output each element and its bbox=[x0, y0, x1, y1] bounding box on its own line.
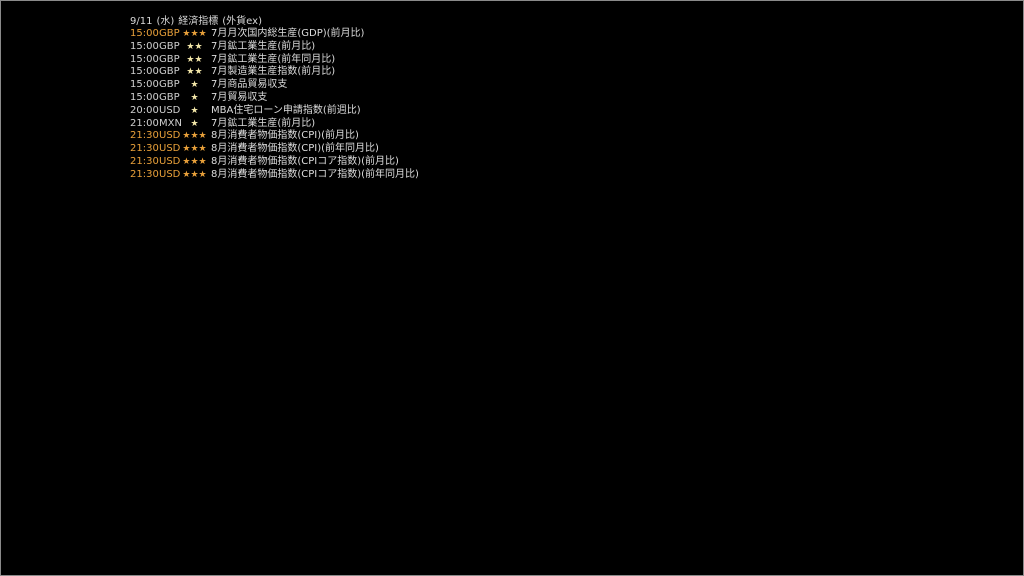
event-time: 21:30 bbox=[130, 155, 159, 167]
event-currency: GBP bbox=[159, 53, 180, 65]
event-name: 8月消費者物価指数(CPI)(前月比) bbox=[211, 130, 359, 142]
event-currency: GBP bbox=[159, 79, 180, 91]
event-name: 7月鉱工業生産(前月比) bbox=[211, 40, 316, 52]
importance-stars: ★★★ bbox=[182, 156, 207, 167]
event-name: 7月鉱工業生産(前月比) bbox=[211, 117, 316, 129]
event-time: 15:00 bbox=[130, 40, 159, 52]
event-name: 8月消費者物価指数(CPI)(前年同月比) bbox=[211, 143, 379, 155]
importance-stars: ★★★ bbox=[182, 144, 207, 155]
importance-stars: ★★ bbox=[186, 41, 203, 52]
event-row: 20:00 USD ★ MBA住宅ローン申請指数(前週比) bbox=[130, 105, 730, 118]
event-time: 15:00 bbox=[130, 91, 159, 103]
screen-frame: 9/11 (水) 経済指標 (外貨ex) 15:00 GBP ★★★ 7月月次国内総生産(G… bbox=[0, 0, 1024, 576]
event-currency: GBP bbox=[159, 91, 180, 103]
event-name: 7月鉱工業生産(前年同月比) bbox=[211, 53, 336, 65]
importance-stars: ★★★ bbox=[182, 29, 207, 39]
event-row: 21:30 USD ★★★ 8月消費者物価指数(CPIコア指数)(前年同月比) bbox=[130, 169, 730, 182]
event-currency: GBP bbox=[159, 28, 180, 39]
event-currency: USD bbox=[159, 130, 181, 142]
event-name: 7月月次国内総生産(GDP)(前月比) bbox=[211, 28, 365, 39]
event-row: 15:00 GBP ★★ 7月鉱工業生産(前月比) bbox=[130, 41, 730, 54]
header-date: 9/11 bbox=[130, 16, 153, 27]
event-currency: GBP bbox=[159, 40, 180, 52]
event-currency: USD bbox=[159, 168, 181, 180]
event-name: 8月消費者物価指数(CPIコア指数)(前年同月比) bbox=[211, 168, 419, 180]
header-source: (外貨ex) bbox=[222, 16, 262, 27]
event-time: 21:30 bbox=[130, 143, 159, 155]
event-time: 21:30 bbox=[130, 168, 159, 180]
event-row: 21:30 USD ★★★ 8月消費者物価指数(CPI)(前月比) bbox=[130, 130, 730, 143]
event-time: 15:00 bbox=[130, 79, 159, 91]
event-row: 21:00 MXN ★ 7月鉱工業生産(前月比) bbox=[130, 118, 730, 131]
economic-calendar-panel: 9/11 (水) 経済指標 (外貨ex) 15:00 GBP ★★★ 7月月次国内総生産(G… bbox=[130, 15, 730, 182]
header-title: 経済指標 bbox=[178, 16, 219, 27]
event-row: 15:00 GBP ★★ 7月製造業生産指数(前月比) bbox=[130, 66, 730, 79]
event-time: 15:00 bbox=[130, 28, 159, 39]
event-time: 15:00 bbox=[130, 66, 159, 78]
event-row: 15:00 GBP ★★ 7月鉱工業生産(前年同月比) bbox=[130, 54, 730, 67]
event-name: 7月貿易収支 bbox=[211, 91, 268, 103]
event-name: MBA住宅ローン申請指数(前週比) bbox=[211, 104, 361, 116]
event-time: 21:30 bbox=[130, 130, 159, 142]
event-name: 7月商品貿易収支 bbox=[211, 79, 288, 91]
event-row: 21:30 USD ★★★ 8月消費者物価指数(CPIコア指数)(前月比) bbox=[130, 156, 730, 169]
header-weekday: (水) bbox=[156, 16, 175, 27]
event-time: 15:00 bbox=[130, 53, 159, 65]
event-currency: USD bbox=[159, 155, 181, 167]
event-currency: USD bbox=[159, 143, 181, 155]
event-currency: MXN bbox=[159, 117, 182, 129]
event-row: 15:00 GBP ★ 7月商品貿易収支 bbox=[130, 79, 730, 92]
event-list: 15:00 GBP ★★★ 7月月次国内総生産(GDP)(前月比) 15:00 GBP ★★… bbox=[130, 28, 730, 182]
importance-stars: ★ bbox=[190, 118, 199, 129]
importance-stars: ★ bbox=[190, 105, 199, 116]
event-time: 21:00 bbox=[130, 117, 159, 129]
event-row: 15:00 GBP ★★★ 7月月次国内総生産(GDP)(前月比) bbox=[130, 28, 730, 41]
importance-stars: ★★★ bbox=[182, 131, 207, 142]
event-time: 20:00 bbox=[130, 104, 159, 116]
event-row: 15:00 GBP ★ 7月貿易収支 bbox=[130, 92, 730, 105]
importance-stars: ★ bbox=[190, 80, 199, 91]
calendar-header: 9/11 (水) 経済指標 (外貨ex) bbox=[130, 15, 730, 28]
event-name: 8月消費者物価指数(CPIコア指数)(前月比) bbox=[211, 155, 399, 167]
event-currency: USD bbox=[159, 104, 181, 116]
importance-stars: ★★ bbox=[186, 67, 203, 78]
event-name: 7月製造業生産指数(前月比) bbox=[211, 66, 336, 78]
importance-stars: ★★ bbox=[186, 54, 203, 65]
event-row: 21:30 USD ★★★ 8月消費者物価指数(CPI)(前年同月比) bbox=[130, 143, 730, 156]
importance-stars: ★★★ bbox=[182, 169, 207, 180]
importance-stars: ★ bbox=[190, 92, 199, 103]
event-currency: GBP bbox=[159, 66, 180, 78]
